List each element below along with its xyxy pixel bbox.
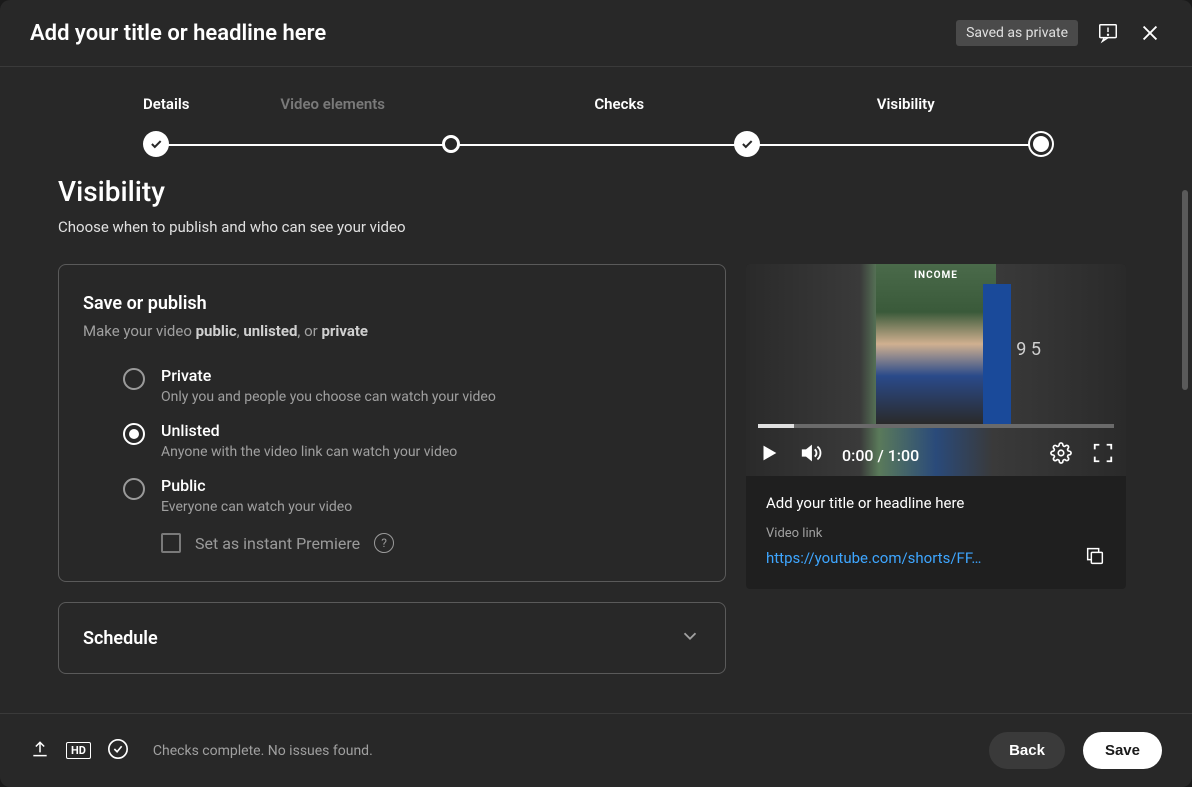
preview-link-row: https://youtube.com/shorts/FF…	[766, 545, 1106, 571]
hd-badge: HD	[66, 742, 91, 759]
premiere-checkbox[interactable]	[161, 533, 181, 553]
radio-desc: Everyone can watch your video	[161, 499, 701, 515]
radio-icon	[123, 423, 145, 445]
progress-bar[interactable]	[758, 424, 1114, 428]
preview-link-label: Video link	[766, 526, 1106, 541]
preview-numbers: 9 5	[1016, 339, 1041, 360]
radio-public[interactable]: Public Everyone can watch your video	[83, 468, 701, 523]
schedule-card[interactable]: Schedule	[58, 602, 726, 674]
video-preview[interactable]: INCOME 9 5	[746, 264, 1126, 476]
step-details[interactable]: Details	[143, 95, 189, 135]
scrollbar-thumb[interactable]	[1182, 190, 1188, 390]
save-publish-card: Save or publish Make your video public, …	[58, 264, 726, 582]
preview-bar	[983, 284, 1011, 424]
feedback-icon[interactable]	[1096, 21, 1120, 45]
preview-link[interactable]: https://youtube.com/shorts/FF…	[766, 549, 981, 567]
player-controls: 0:00 / 1:00	[758, 442, 1114, 468]
main-body: Save or publish Make your video public, …	[58, 264, 1134, 674]
scrollbar[interactable]	[1182, 80, 1190, 707]
back-button[interactable]: Back	[989, 732, 1065, 769]
volume-icon[interactable]	[800, 442, 822, 468]
preview-title: Add your title or headline here	[766, 494, 1106, 512]
save-publish-title: Save or publish	[83, 293, 701, 314]
radio-desc: Anyone with the video link can watch you…	[161, 444, 701, 460]
dialog-header: Add your title or headline here Saved as…	[0, 0, 1192, 67]
chevron-down-icon	[679, 625, 701, 651]
fullscreen-icon[interactable]	[1092, 442, 1114, 468]
settings-icon[interactable]	[1050, 442, 1072, 468]
step-checks[interactable]: Checks	[476, 95, 763, 135]
stepper-track	[143, 131, 1049, 157]
radio-label: Unlisted	[161, 421, 701, 440]
save-publish-subtitle: Make your video public, unlisted, or pri…	[83, 322, 701, 340]
status-text: Checks complete. No issues found.	[153, 743, 373, 759]
step-dot-checks[interactable]	[734, 131, 760, 157]
radio-private[interactable]: Private Only you and people you choose c…	[83, 358, 701, 413]
radio-label: Private	[161, 366, 701, 385]
footer-icons: HD	[30, 738, 129, 764]
radio-unlisted[interactable]: Unlisted Anyone with the video link can …	[83, 413, 701, 468]
save-button[interactable]: Save	[1083, 732, 1162, 769]
radio-label: Public	[161, 476, 701, 495]
radio-desc: Only you and people you choose can watch…	[161, 389, 701, 405]
upload-dialog: Add your title or headline here Saved as…	[0, 0, 1192, 787]
step-dot-details[interactable]	[143, 131, 169, 157]
preview-card: INCOME 9 5	[746, 264, 1126, 589]
progress-fill	[758, 424, 794, 428]
right-column: INCOME 9 5	[746, 264, 1126, 674]
help-icon[interactable]: ?	[374, 533, 394, 553]
upload-icon[interactable]	[30, 739, 50, 763]
step-dot-video-elements[interactable]	[442, 135, 460, 153]
premiere-row[interactable]: Set as instant Premiere ?	[83, 523, 701, 553]
dialog-title: Add your title or headline here	[30, 21, 326, 46]
schedule-title: Schedule	[83, 628, 158, 649]
save-status-badge: Saved as private	[956, 20, 1078, 46]
step-visibility[interactable]: Visibility	[762, 95, 1049, 135]
play-icon[interactable]	[758, 442, 780, 468]
stepper: Details Video elements Checks Visibility	[143, 95, 1049, 135]
step-video-elements[interactable]: Video elements	[189, 95, 476, 135]
radio-icon	[123, 368, 145, 390]
dialog-footer: HD Checks complete. No issues found. Bac…	[0, 713, 1192, 787]
section-heading: Visibility	[58, 175, 1134, 208]
radio-icon	[123, 478, 145, 500]
preview-info: Add your title or headline here Video li…	[746, 476, 1126, 589]
copy-icon[interactable]	[1084, 545, 1106, 571]
left-column: Save or publish Make your video public, …	[58, 264, 726, 674]
close-icon[interactable]	[1138, 21, 1162, 45]
premiere-label: Set as instant Premiere	[195, 534, 360, 553]
step-dot-visibility[interactable]	[1033, 136, 1049, 152]
header-actions: Saved as private	[956, 20, 1162, 46]
preview-thumbnail: INCOME	[876, 264, 996, 424]
check-circle-icon	[107, 738, 129, 764]
time-display: 0:00 / 1:00	[842, 446, 919, 465]
dialog-content: Details Video elements Checks Visibility	[0, 67, 1192, 713]
section-subtitle: Choose when to publish and who can see y…	[58, 218, 1134, 236]
